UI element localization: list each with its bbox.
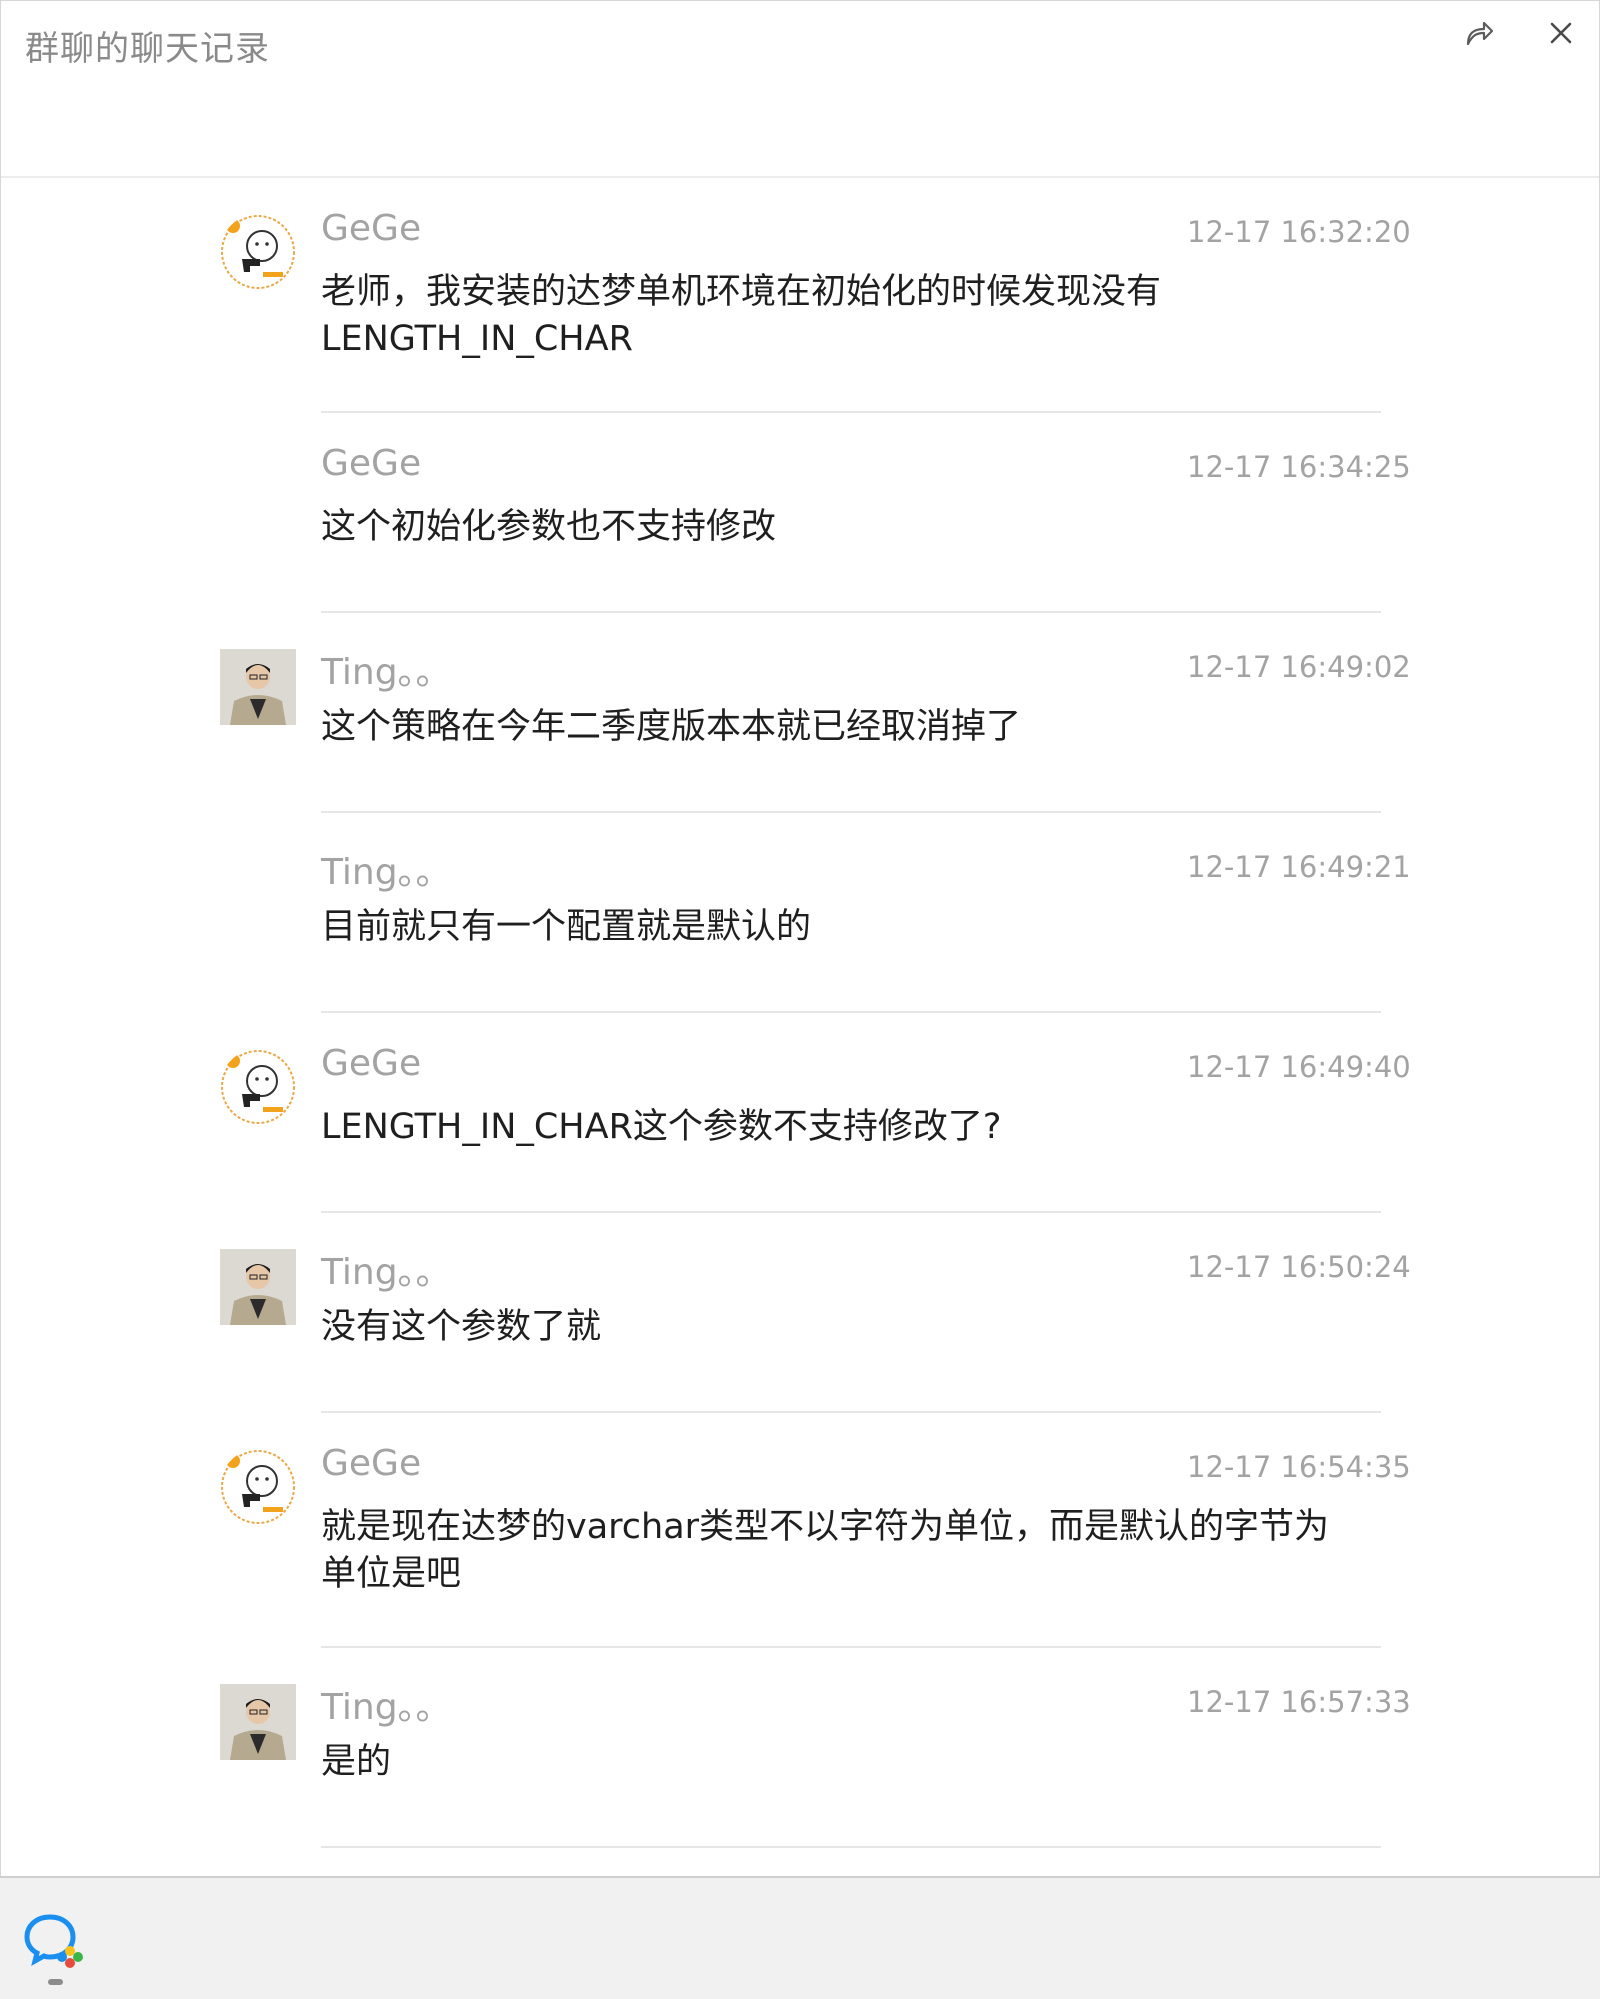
message-divider [321,1011,1381,1013]
close-icon [1549,21,1573,45]
sender-name: GeGe [321,443,422,484]
message-text: 就是现在达梦的varchar类型不以字符为单位，而是默认的字节为 单位是吧 [321,1507,1330,1594]
sender-name: Ting。。 [321,852,452,893]
avatar[interactable] [220,214,296,290]
message-divider [321,1411,1381,1413]
running-indicator [48,1979,63,1985]
ting-avatar-icon [220,1249,296,1325]
sender-name: Ting。。 [321,1252,452,1293]
sender-name: Ting。。 [321,652,452,693]
message-time: 12-17 16:49:40 [1187,1050,1411,1084]
title-bar: 群聊的聊天记录 [1,1,1599,178]
message-text: 目前就只有一个配置就是默认的 [321,907,812,947]
message-divider [321,411,1381,413]
message-time: 12-17 16:54:35 [1187,1450,1411,1484]
ting-avatar-icon [220,649,296,725]
close-button[interactable] [1541,13,1581,53]
sender-name: GeGe [321,1443,422,1484]
gege-avatar-icon [221,215,295,289]
message-divider [321,1846,1381,1848]
message-text: LENGTH_IN_CHAR这个参数不支持修改了? [321,1107,1002,1147]
message-divider [321,1211,1381,1213]
gege-avatar-icon [221,1050,295,1124]
gege-avatar-icon [221,1450,295,1524]
avatar[interactable] [220,1049,296,1125]
message-time: 12-17 16:49:21 [1187,850,1411,884]
avatar[interactable] [220,1249,296,1325]
window-title: 群聊的聊天记录 [25,29,270,69]
message-text: 老师，我安装的达梦单机环境在初始化的时候发现没有 LENGTH_IN_CHAR [321,272,1162,359]
ting-avatar-icon [220,1684,296,1760]
avatar[interactable] [220,649,296,725]
message-text: 没有这个参数了就 [321,1307,602,1347]
sender-name: GeGe [321,1043,422,1084]
message-divider [321,1646,1381,1648]
message-time: 12-17 16:50:24 [1187,1250,1411,1284]
taskbar [0,1876,1600,1999]
message-text: 是的 [321,1742,392,1782]
wecom-app-button[interactable] [24,1913,86,1971]
message-divider [321,611,1381,613]
share-arrow-icon [1464,19,1494,47]
message-time: 12-17 16:49:02 [1187,650,1411,684]
message-time: 12-17 16:34:25 [1187,450,1411,484]
sender-name: GeGe [321,208,422,249]
forward-button[interactable] [1459,13,1499,53]
message-time: 12-17 16:57:33 [1187,1685,1411,1719]
avatar[interactable] [220,1449,296,1525]
message-divider [321,811,1381,813]
wecom-chat-icon [24,1914,83,1968]
sender-name: Ting。。 [321,1687,452,1728]
avatar[interactable] [220,1684,296,1760]
message-time: 12-17 16:32:20 [1187,215,1411,249]
chat-history-window: 群聊的聊天记录 GeGe 12-17 16:32:20 老师，我安装的达梦单机环… [0,0,1600,1877]
message-text: 这个策略在今年二季度版本本就已经取消掉了 [321,707,1022,747]
message-text: 这个初始化参数也不支持修改 [321,507,777,547]
